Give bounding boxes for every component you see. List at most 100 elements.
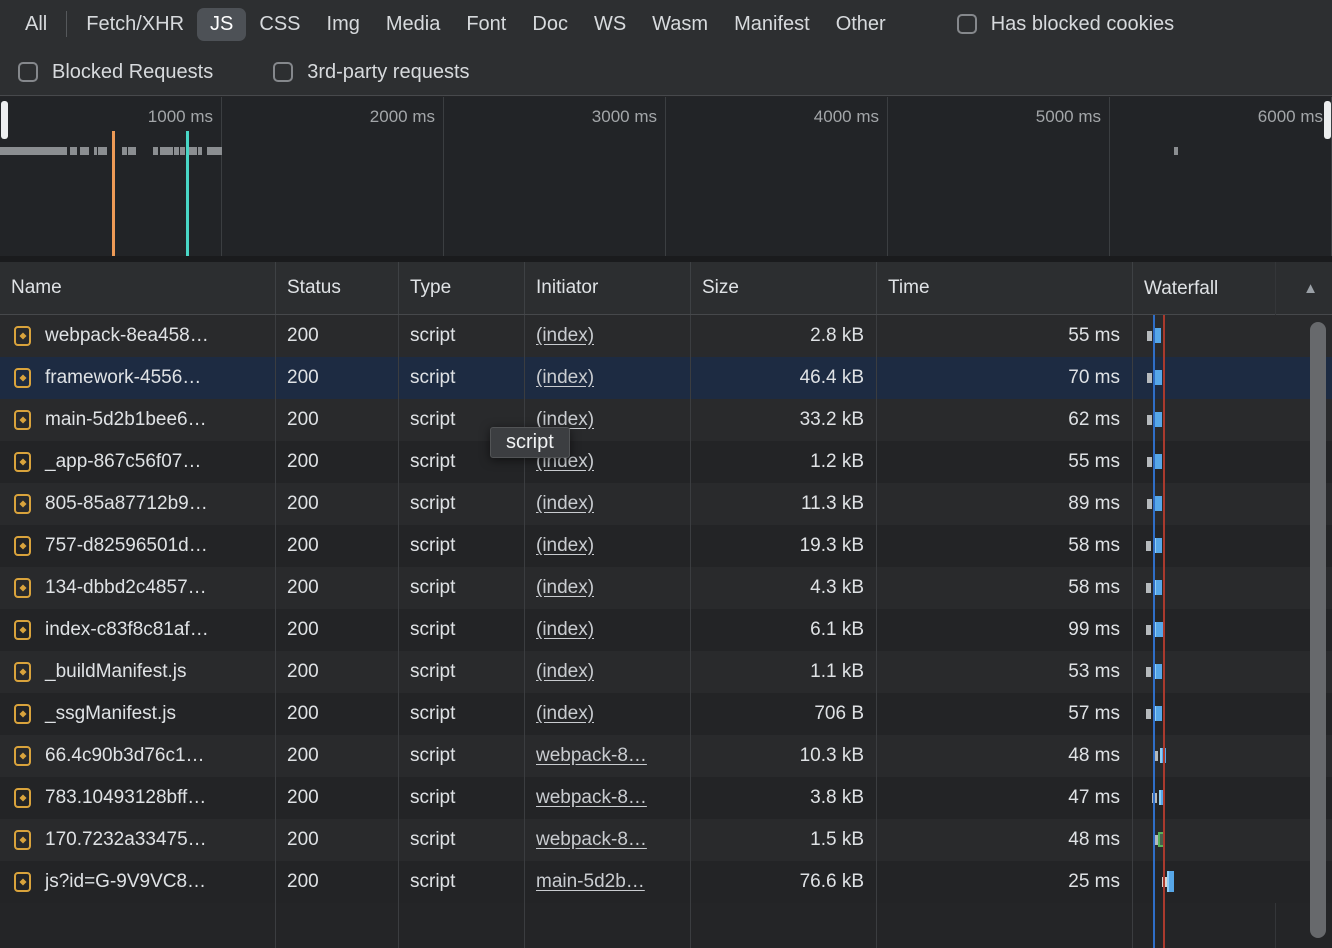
- initiator-link[interactable]: (index): [536, 325, 594, 347]
- table-row[interactable]: 170.7232a33475…200scriptwebpack-8…1.5 kB…: [0, 819, 1332, 861]
- blocked-requests-toggle[interactable]: Blocked Requests: [18, 61, 213, 84]
- filter-media[interactable]: Media: [373, 8, 453, 41]
- initiator-link[interactable]: (index): [536, 577, 594, 599]
- requests-table-header: Name Status Type InitiatorSizeTimeWaterfall…: [0, 262, 1332, 315]
- request-name: 783.10493128bff…: [45, 787, 206, 809]
- initiator-link[interactable]: (index): [536, 367, 594, 389]
- overview-left-handle[interactable]: [1, 101, 8, 139]
- has-blocked-cookies-checkbox[interactable]: [957, 14, 977, 34]
- blocked-requests-checkbox[interactable]: [18, 62, 38, 82]
- name-cell[interactable]: _app-867c56f07…: [0, 441, 276, 483]
- script-file-icon: [14, 788, 31, 808]
- initiator-link[interactable]: webpack-8…: [536, 745, 647, 767]
- status-cell: 200: [276, 651, 399, 693]
- column-header-initiator[interactable]: Initiator: [525, 262, 691, 314]
- third-party-toggle[interactable]: 3rd-party requests: [273, 61, 469, 84]
- initiator-link[interactable]: (index): [536, 619, 594, 641]
- waterfall-download-bar: [1154, 664, 1162, 679]
- name-cell[interactable]: 805-85a87712b9…: [0, 483, 276, 525]
- overview-grid: 1000 ms2000 ms3000 ms4000 ms5000 ms6000 …: [0, 97, 1332, 256]
- name-cell[interactable]: webpack-8ea458…: [0, 315, 276, 357]
- empty-cell: [0, 903, 276, 948]
- table-row[interactable]: main-5d2b1bee6…200script(index)33.2 kB62…: [0, 399, 1332, 441]
- request-name: _app-867c56f07…: [45, 451, 201, 473]
- table-row[interactable]: _ssgManifest.js200script(index)706 B57 m…: [0, 693, 1332, 735]
- table-row[interactable]: 757-d82596501d…200script(index)19.3 kB58…: [0, 525, 1332, 567]
- table-row[interactable]: js?id=G-9V9VC8…200scriptmain-5d2b…76.6 k…: [0, 861, 1332, 903]
- initiator-link[interactable]: (index): [536, 661, 594, 683]
- third-party-checkbox[interactable]: [273, 62, 293, 82]
- script-file-icon: [14, 830, 31, 850]
- filter-other[interactable]: Other: [823, 8, 899, 41]
- overview-section: 4000 ms: [666, 97, 888, 256]
- waterfall-waiting-block: [1147, 373, 1152, 383]
- column-header-waterfall[interactable]: Waterfall▲: [1133, 262, 1332, 314]
- request-name: webpack-8ea458…: [45, 325, 209, 347]
- column-header-type[interactable]: Type: [399, 262, 525, 314]
- name-cell[interactable]: framework-4556…: [0, 357, 276, 399]
- overview-bar-segment: [80, 147, 89, 155]
- table-row[interactable]: 134-dbbd2c4857…200script(index)4.3 kB58 …: [0, 567, 1332, 609]
- table-row[interactable]: 783.10493128bff…200scriptwebpack-8…3.8 k…: [0, 777, 1332, 819]
- initiator-link[interactable]: webpack-8…: [536, 829, 647, 851]
- initiator-cell: main-5d2b…: [525, 861, 691, 903]
- time-cell: 53 ms: [877, 651, 1133, 693]
- table-row[interactable]: framework-4556…200script(index)46.4 kB70…: [0, 357, 1332, 399]
- name-cell[interactable]: 757-d82596501d…: [0, 525, 276, 567]
- name-cell[interactable]: 170.7232a33475…: [0, 819, 276, 861]
- table-row[interactable]: 66.4c90b3d76c1…200scriptwebpack-8…10.3 k…: [0, 735, 1332, 777]
- table-row[interactable]: _buildManifest.js200script(index)1.1 kB5…: [0, 651, 1332, 693]
- overview-tick-label: 4000 ms: [666, 97, 887, 127]
- name-cell[interactable]: 66.4c90b3d76c1…: [0, 735, 276, 777]
- overview-right-handle[interactable]: [1324, 101, 1331, 139]
- initiator-cell: (index): [525, 567, 691, 609]
- filter-doc[interactable]: Doc: [519, 8, 581, 41]
- filter-css[interactable]: CSS: [246, 8, 313, 41]
- status-cell: 200: [276, 399, 399, 441]
- name-cell[interactable]: 134-dbbd2c4857…: [0, 567, 276, 609]
- request-name: js?id=G-9V9VC8…: [45, 871, 206, 893]
- name-cell[interactable]: js?id=G-9V9VC8…: [0, 861, 276, 903]
- table-row[interactable]: index-c83f8c81af…200script(index)6.1 kB9…: [0, 609, 1332, 651]
- overview-tick-label: 2000 ms: [222, 97, 443, 127]
- initiator-link[interactable]: webpack-8…: [536, 787, 647, 809]
- type-cell: script: [399, 357, 525, 399]
- filter-manifest[interactable]: Manifest: [721, 8, 823, 41]
- table-row[interactable]: _app-867c56f07…200script(index)1.2 kB55 …: [0, 441, 1332, 483]
- filter-font[interactable]: Font: [453, 8, 519, 41]
- initiator-link[interactable]: (index): [536, 535, 594, 557]
- name-cell[interactable]: main-5d2b1bee6…: [0, 399, 276, 441]
- filter-ws[interactable]: WS: [581, 8, 639, 41]
- time-cell: 58 ms: [877, 567, 1133, 609]
- name-cell[interactable]: index-c83f8c81af…: [0, 609, 276, 651]
- table-row[interactable]: webpack-8ea458…200script(index)2.8 kB55 …: [0, 315, 1332, 357]
- name-cell[interactable]: 783.10493128bff…: [0, 777, 276, 819]
- vertical-scrollbar-thumb[interactable]: [1310, 322, 1326, 938]
- initiator-cell: (index): [525, 315, 691, 357]
- column-header-name[interactable]: Name: [0, 262, 276, 314]
- column-header-label: Status: [287, 277, 341, 298]
- filter-all[interactable]: All: [12, 8, 60, 41]
- column-header-time[interactable]: Time: [877, 262, 1133, 314]
- filter-img[interactable]: Img: [314, 8, 373, 41]
- name-cell[interactable]: _buildManifest.js: [0, 651, 276, 693]
- initiator-link[interactable]: (index): [536, 493, 594, 515]
- load-event-line: [1163, 315, 1165, 948]
- script-file-icon: [14, 410, 31, 430]
- initiator-link[interactable]: main-5d2b…: [536, 871, 645, 893]
- waterfall-download-bar: [1154, 622, 1163, 637]
- initiator-link[interactable]: (index): [536, 703, 594, 725]
- network-overview-timeline[interactable]: 1000 ms2000 ms3000 ms4000 ms5000 ms6000 …: [0, 97, 1332, 256]
- filter-fetch-xhr[interactable]: Fetch/XHR: [73, 8, 197, 41]
- column-header-size[interactable]: Size: [691, 262, 877, 314]
- table-row[interactable]: 805-85a87712b9…200script(index)11.3 kB89…: [0, 483, 1332, 525]
- has-blocked-cookies-toggle[interactable]: Has blocked cookies: [957, 13, 1174, 36]
- initiator-cell: (index): [525, 525, 691, 567]
- column-header-status[interactable]: Status: [276, 262, 399, 314]
- filter-js[interactable]: JS: [197, 8, 246, 41]
- filter-wasm[interactable]: Wasm: [639, 8, 721, 41]
- column-header-label: Type: [410, 277, 451, 298]
- empty-table-area: [0, 903, 1332, 948]
- empty-cell: [877, 903, 1133, 948]
- name-cell[interactable]: _ssgManifest.js: [0, 693, 276, 735]
